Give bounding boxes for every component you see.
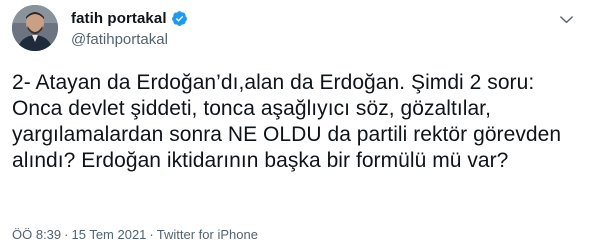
profile-photo-icon [12, 5, 58, 51]
name-row: fatih portakal [71, 8, 188, 28]
avatar[interactable] [12, 5, 58, 51]
author-block: fatih portakal @fatihportakal [71, 8, 188, 48]
verified-badge-icon [171, 10, 188, 27]
display-name[interactable]: fatih portakal [71, 10, 167, 27]
tweet-source[interactable]: Twitter for iPhone [157, 227, 258, 242]
more-options-button[interactable] [553, 8, 579, 30]
tweet-date[interactable]: 15 Tem 2021 [71, 227, 146, 242]
tweet-card: fatih portakal @fatihportakal 2- Atayan … [0, 0, 591, 251]
chevron-down-icon [559, 15, 573, 23]
meta-separator: · [64, 227, 69, 242]
tweet-meta: ÖÖ 8:39 · 15 Tem 2021 · Twitter for iPho… [12, 227, 258, 242]
user-handle[interactable]: @fatihportakal [71, 31, 188, 48]
tweet-text: 2- Atayan da Erdoğan’dı,alan da Erdoğan.… [12, 71, 567, 172]
tweet-time[interactable]: ÖÖ 8:39 [12, 227, 61, 242]
meta-separator: · [149, 227, 154, 242]
